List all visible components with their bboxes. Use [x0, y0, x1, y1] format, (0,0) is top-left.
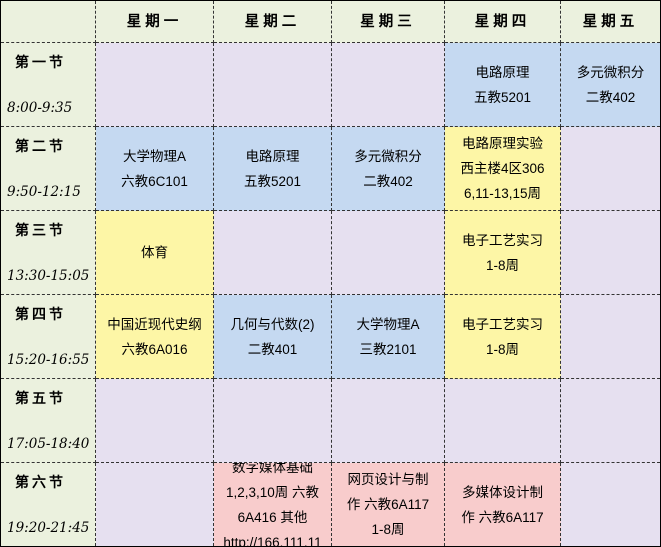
period-time: 19:20-21:45 [7, 520, 90, 536]
course-weeks: 1-8周 [485, 257, 519, 273]
slot-p5-friday[interactable] [561, 379, 660, 463]
header-wednesday: 星期三 [332, 1, 445, 43]
header-thursday: 星期四 [445, 1, 561, 43]
course-room: 五教5201 [473, 89, 532, 105]
course-room: 作 六教6A117 [461, 509, 544, 525]
slot-p1-tuesday[interactable] [214, 43, 332, 127]
slot-p3-tuesday[interactable] [214, 211, 332, 295]
slot-p5-thursday[interactable] [445, 379, 561, 463]
period-time: 17:05-18:40 [7, 436, 90, 452]
slot-p2-friday[interactable] [561, 127, 660, 211]
course-room: 六教6C101 [121, 173, 188, 189]
course-room: 六教6A016 [121, 341, 188, 357]
slot-p3-friday[interactable] [561, 211, 660, 295]
course-room: 二教402 [585, 89, 636, 105]
course-p6-tuesday[interactable]: 数字媒体基础 1,2,3,10周 六教 6A416 其他 http://166.… [214, 463, 332, 546]
course-name: 数字媒体基础 [232, 463, 313, 475]
course-p6-wednesday[interactable]: 网页设计与制 作 六教6A117 1-8周 [332, 463, 445, 546]
course-link: http://166.111.11 [223, 534, 322, 547]
slot-p5-monday[interactable] [96, 379, 214, 463]
period-name: 第五节 [15, 391, 66, 407]
course-name: 体育 [141, 245, 168, 260]
period-name: 第一节 [15, 55, 66, 71]
course-weeks: 1,2,3,10周 六教 [225, 484, 320, 500]
course-p4-monday[interactable]: 中国近现代史纲 六教6A016 [96, 295, 214, 379]
period-time: 15:20-16:55 [7, 352, 90, 368]
slot-p6-friday[interactable] [561, 463, 660, 546]
course-name: 多媒体设计制 [461, 484, 543, 500]
slot-p1-monday[interactable] [96, 43, 214, 127]
course-room: 6A416 其他 [237, 509, 308, 525]
course-room: 三教2101 [359, 341, 417, 357]
timetable: 星期一 星期二 星期三 星期四 星期五 第一节 8:00-9:35 电路原理 五… [0, 0, 661, 547]
period-3: 第三节 13:30-15:05 [1, 211, 96, 295]
course-room: 五教5201 [243, 173, 302, 189]
course-name: 大学物理A [356, 316, 420, 332]
course-room: 二教402 [363, 173, 413, 189]
course-name: 电路原理 [475, 64, 530, 80]
course-weeks: 6,11-13,15周 [463, 186, 542, 201]
course-name: 电子工艺实习 [462, 232, 543, 248]
course-name: 大学物理A [122, 148, 186, 164]
course-p2-wednesday[interactable]: 多元微积分 二教402 [332, 127, 445, 211]
course-p1-thursday[interactable]: 电路原理 五教5201 [445, 43, 561, 127]
course-p4-wednesday[interactable]: 大学物理A 三教2101 [332, 295, 445, 379]
period-6: 第六节 19:20-21:45 [1, 463, 96, 546]
slot-p5-wednesday[interactable] [332, 379, 445, 463]
period-1: 第一节 8:00-9:35 [1, 43, 96, 127]
course-room: 二教401 [247, 341, 298, 357]
course-p3-thursday[interactable]: 电子工艺实习 1-8周 [445, 211, 561, 295]
course-p2-tuesday[interactable]: 电路原理 五教5201 [214, 127, 332, 211]
corner-cell [1, 1, 96, 43]
slot-p4-friday[interactable] [561, 295, 660, 379]
course-name: 多元微积分 [354, 148, 422, 164]
course-p6-thursday[interactable]: 多媒体设计制 作 六教6A117 [445, 463, 561, 546]
course-name: 中国近现代史纲 [107, 316, 202, 332]
course-name: 电路原理 [245, 148, 300, 164]
course-room: 作 六教6A117 [346, 497, 430, 512]
period-4: 第四节 15:20-16:55 [1, 295, 96, 379]
course-name: 几何与代数(2) [230, 316, 315, 332]
header-friday: 星期五 [561, 1, 660, 43]
period-2: 第二节 9:50-12:15 [1, 127, 96, 211]
slot-p3-wednesday[interactable] [332, 211, 445, 295]
course-room: 西主楼4区306 [460, 161, 545, 176]
period-name: 第六节 [15, 475, 66, 491]
header-tuesday: 星期二 [214, 1, 332, 43]
period-5: 第五节 17:05-18:40 [1, 379, 96, 463]
course-p4-tuesday[interactable]: 几何与代数(2) 二教401 [214, 295, 332, 379]
course-p2-monday[interactable]: 大学物理A 六教6C101 [96, 127, 214, 211]
course-name: 电路原理实验 [461, 136, 543, 151]
course-p1-friday[interactable]: 多元微积分 二教402 [561, 43, 660, 127]
header-monday: 星期一 [96, 1, 214, 43]
course-p2-thursday[interactable]: 电路原理实验 西主楼4区306 6,11-13,15周 [445, 127, 561, 211]
period-name: 第四节 [15, 307, 66, 323]
course-p3-monday[interactable]: 体育 [96, 211, 214, 295]
slot-p6-monday[interactable] [96, 463, 214, 546]
period-time: 9:50-12:15 [7, 184, 81, 200]
course-p4-thursday[interactable]: 电子工艺实习 1-8周 [445, 295, 561, 379]
slot-p5-tuesday[interactable] [214, 379, 332, 463]
course-name: 网页设计与制 [347, 472, 429, 487]
period-time: 13:30-15:05 [7, 268, 90, 284]
course-name: 多元微积分 [576, 64, 645, 80]
slot-p1-wednesday[interactable] [332, 43, 445, 127]
period-time: 8:00-9:35 [7, 100, 73, 116]
period-name: 第三节 [15, 223, 66, 239]
course-weeks: 1-8周 [485, 341, 519, 357]
course-weeks: 1-8周 [371, 522, 405, 537]
course-name: 电子工艺实习 [462, 316, 543, 332]
period-name: 第二节 [15, 139, 66, 155]
